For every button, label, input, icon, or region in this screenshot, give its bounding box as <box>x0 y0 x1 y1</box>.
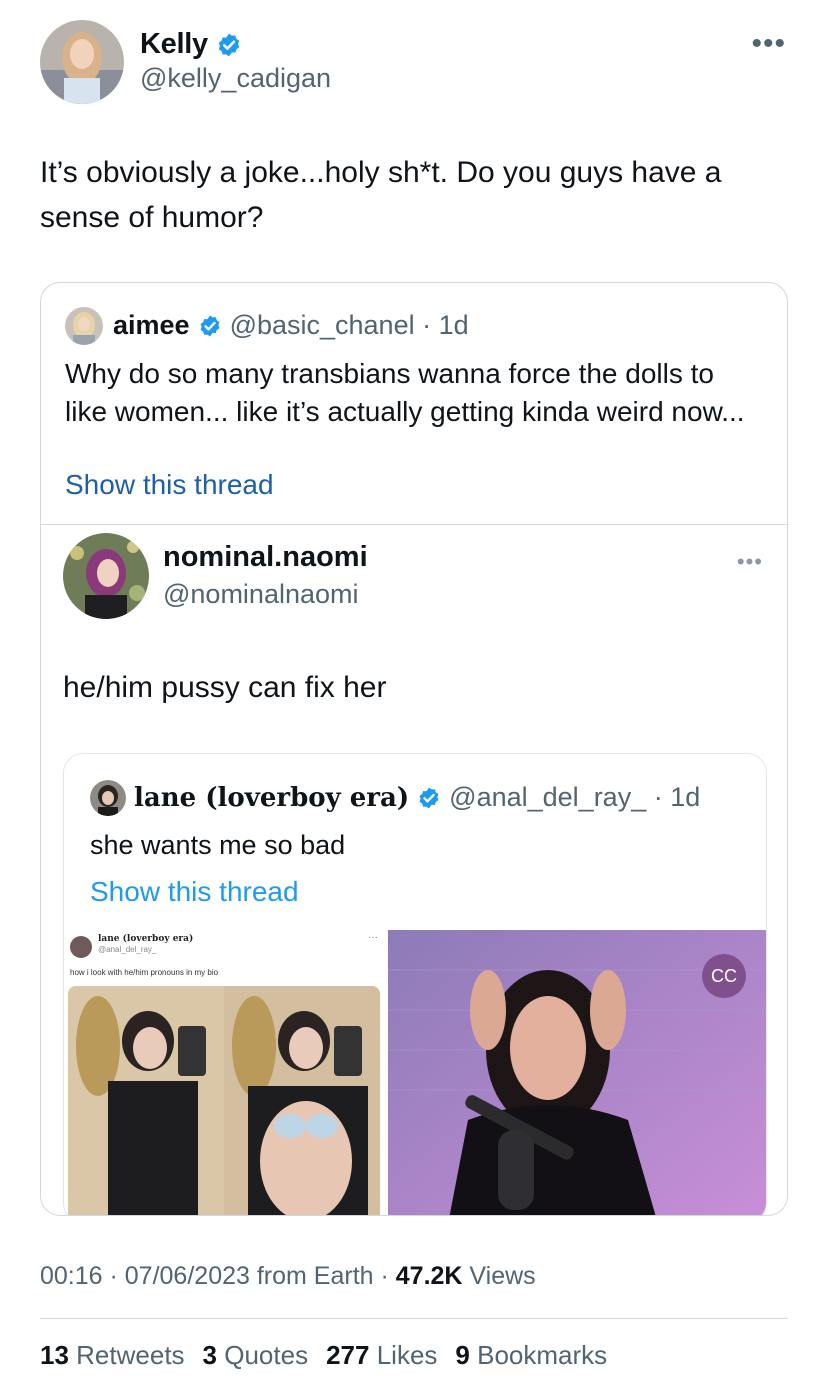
views-label: Views <box>462 1262 536 1290</box>
naomi-more-options-button[interactable]: ••• <box>737 549 763 575</box>
media-image-right[interactable]: CC <box>388 930 766 1215</box>
naomi-tweet-text: he/him pussy can fix her <box>63 671 387 704</box>
more-options-button[interactable]: ••• <box>751 29 786 59</box>
divider <box>41 524 787 525</box>
verified-badge-icon <box>417 786 441 810</box>
aimee-tweet-text: Why do so many transbians wanna force th… <box>65 358 745 427</box>
verified-badge-icon <box>216 32 242 58</box>
show-thread-link[interactable]: Show this thread <box>65 469 274 501</box>
embedded-more-icon: ··· <box>368 932 378 943</box>
nested-quoted-tweet-card[interactable]: lane (loverboy era) @anal_del_ray_ · 1d … <box>63 753 767 1215</box>
tweet-meta: 00:16 · 07/06/2023 from Earth · 47.2K Vi… <box>40 1262 536 1291</box>
naomi-handle[interactable]: @nominalnaomi <box>163 579 359 610</box>
likes-count: 277 <box>326 1340 370 1370</box>
tweet-text: It’s obviously a joke...holy sh*t. Do yo… <box>40 156 722 234</box>
bookmarks-count: 9 <box>455 1340 470 1370</box>
engagement-stats: 13 Retweets 3 Quotes 277 Likes 9 Bookmar… <box>40 1340 607 1371</box>
retweets-count: 13 <box>40 1340 69 1370</box>
likes-stat[interactable]: 277 Likes <box>326 1340 437 1371</box>
verified-badge-icon <box>198 314 222 338</box>
aimee-avatar[interactable] <box>65 307 103 345</box>
quotes-label: Quotes <box>224 1340 309 1370</box>
retweets-label: Retweets <box>76 1340 185 1370</box>
lane-name[interactable]: lane (loverboy era) <box>134 783 409 813</box>
lane-handle[interactable]: @anal_del_ray_ · 1d <box>449 782 700 813</box>
quotes-stat[interactable]: 3 Quotes <box>203 1340 309 1371</box>
embedded-name: lane (loverboy era) <box>98 934 194 944</box>
media-image-left[interactable]: lane (loverboy era) @anal_del_ray_ ··· h… <box>64 930 386 1215</box>
naomi-avatar[interactable] <box>63 533 149 619</box>
author-name-row: Kelly <box>140 28 242 61</box>
divider <box>40 1318 788 1319</box>
likes-label: Likes <box>376 1340 438 1370</box>
show-thread-link[interactable]: Show this thread <box>90 876 299 908</box>
naomi-name[interactable]: nominal.naomi <box>163 541 368 574</box>
author-avatar[interactable] <box>40 20 124 104</box>
closed-captions-icon[interactable]: CC <box>702 954 746 998</box>
embedded-handle: @anal_del_ray_ <box>98 945 157 954</box>
views-count: 47.2K <box>395 1262 463 1290</box>
lane-avatar[interactable] <box>90 780 126 816</box>
embedded-avatar <box>70 936 92 958</box>
author-name[interactable]: Kelly <box>140 28 208 61</box>
lane-header: lane (loverboy era) @anal_del_ray_ · 1d <box>134 782 700 813</box>
quotes-count: 3 <box>202 1340 218 1370</box>
aimee-name[interactable]: aimee <box>113 310 190 341</box>
embedded-text: how i look with he/him pronouns in my bi… <box>70 968 219 977</box>
lane-tweet-text: she wants me so bad <box>90 830 346 860</box>
bookmarks-stat[interactable]: 9 Bookmarks <box>455 1340 607 1371</box>
retweets-stat[interactable]: 13 Retweets <box>40 1340 185 1371</box>
mirror-selfie-photos <box>68 986 380 1215</box>
tweet-timestamp[interactable]: 00:16 · 07/06/2023 from Earth · <box>40 1262 396 1290</box>
quoted-tweet-card[interactable]: aimee @basic_chanel · 1d Why do so many … <box>40 282 788 1216</box>
bookmarks-label: Bookmarks <box>477 1340 608 1370</box>
aimee-handle[interactable]: @basic_chanel · 1d <box>230 310 469 341</box>
author-handle[interactable]: @kelly_cadigan <box>140 63 331 94</box>
aimee-header: aimee @basic_chanel · 1d <box>113 310 469 341</box>
